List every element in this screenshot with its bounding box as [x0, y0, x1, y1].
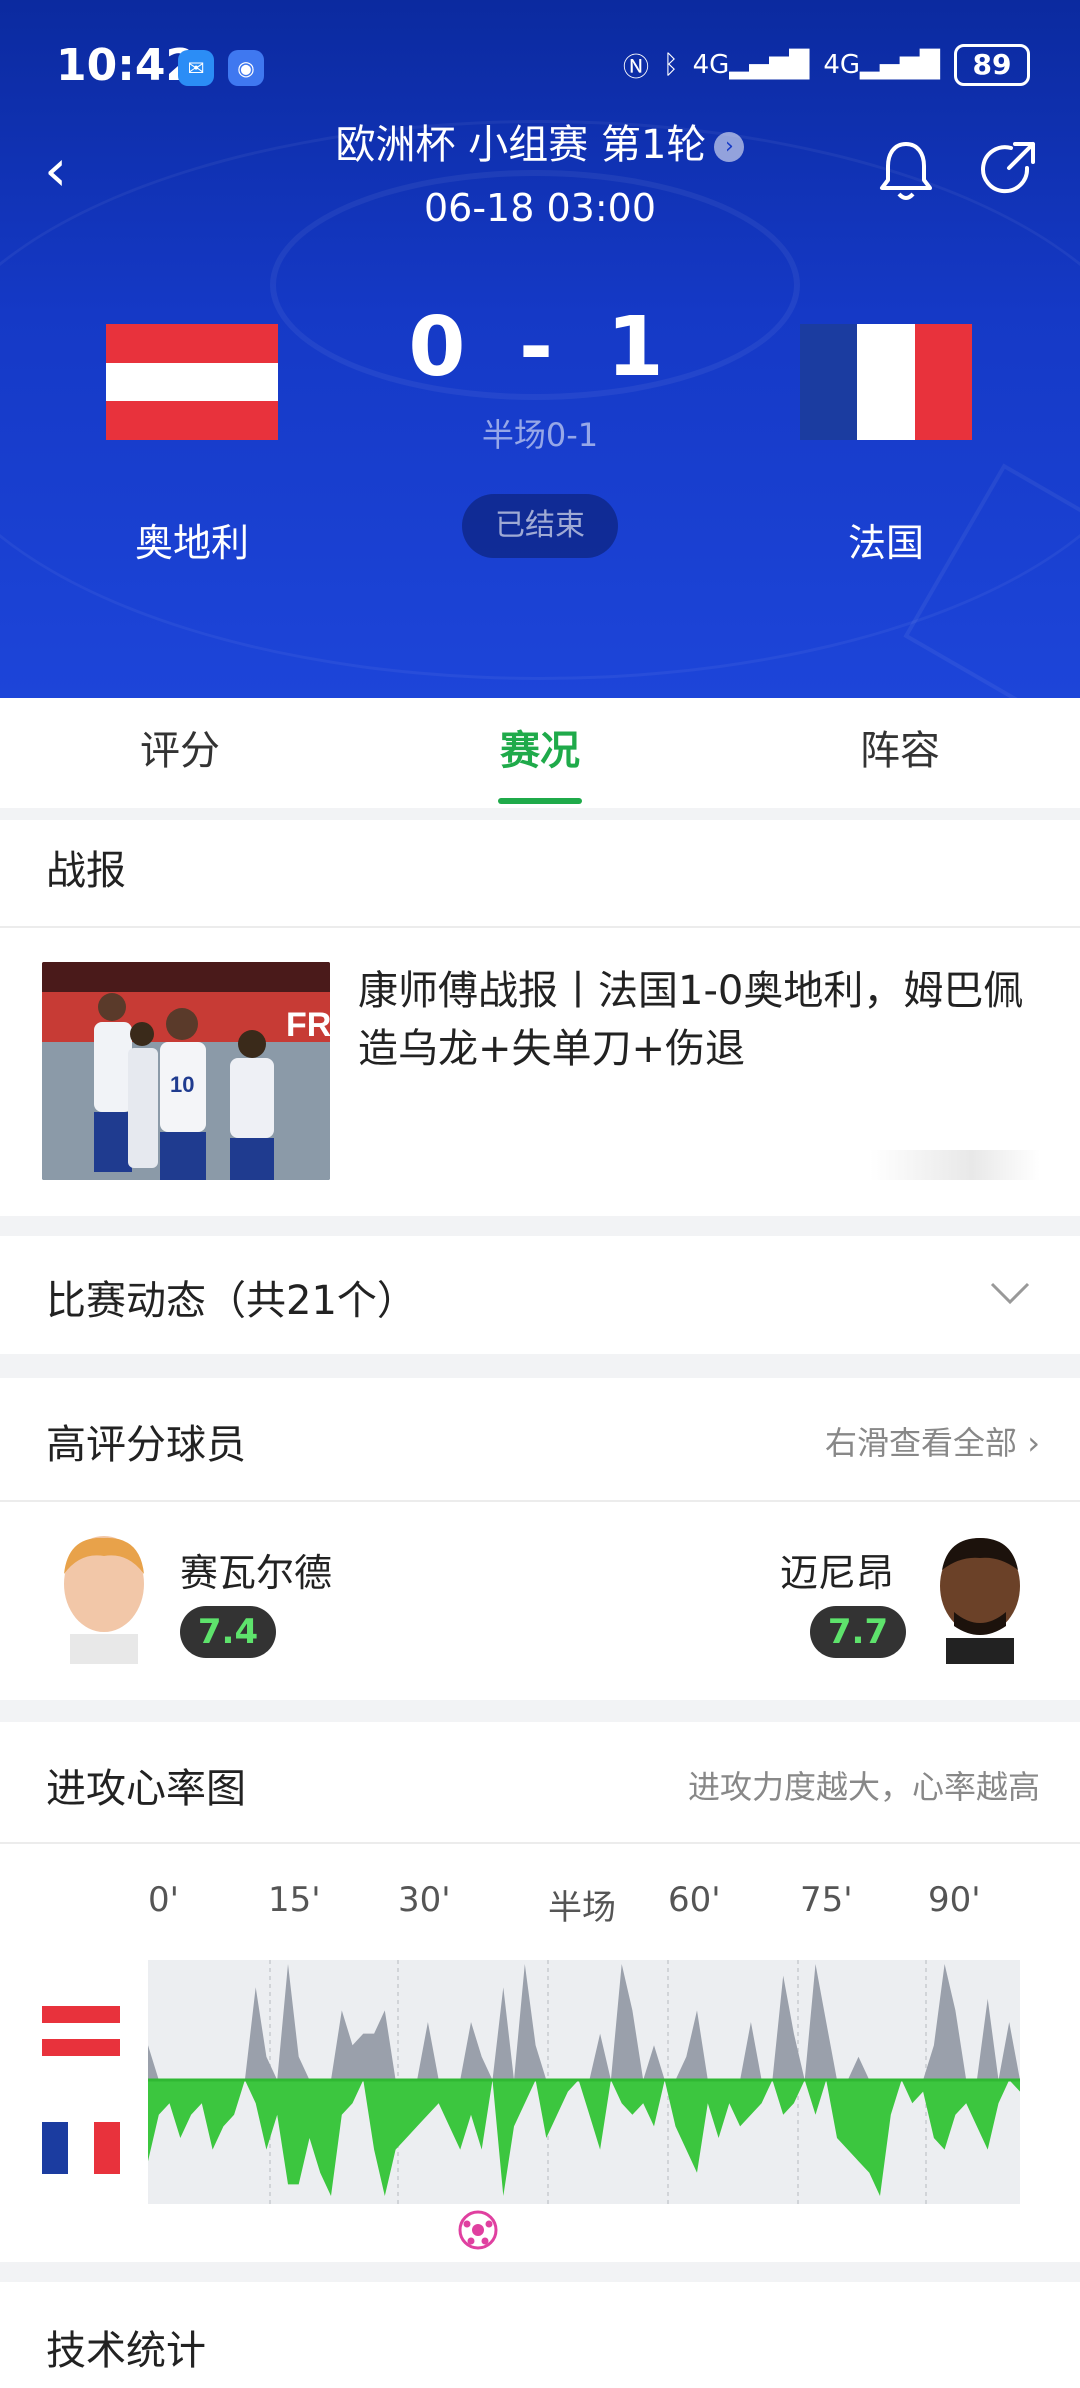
score-separator: -: [518, 300, 562, 395]
report-section-title: 战报: [46, 848, 126, 894]
away-score: 1: [606, 300, 672, 395]
see-all-label: 右滑查看全部: [825, 1424, 1018, 1462]
events-title: 比赛动态（共21个）: [46, 1278, 417, 1324]
home-team-name[interactable]: 奥地利: [72, 512, 312, 567]
message-app-icon: ✉: [178, 50, 214, 86]
status-time: 10:42: [56, 40, 197, 91]
news-thumbnail[interactable]: FR 10: [42, 962, 330, 1180]
away-team-name[interactable]: 法国: [766, 512, 1006, 567]
nfc-icon: Ⓝ: [623, 52, 650, 83]
france-flag-small-icon: [42, 2122, 120, 2174]
axis-tick-label: 60': [668, 1880, 721, 1920]
away-player-rating: 7.7: [810, 1606, 906, 1658]
home-player-avatar[interactable]: [48, 1530, 160, 1664]
status-bar: 10:42 ✉ ◉ Ⓝ ᛒ 4G▂▄▆█ 4G▂▄▆█ 89: [0, 30, 1080, 100]
goal-ball-icon[interactable]: [458, 2210, 498, 2250]
match-page: 10:42 ✉ ◉ Ⓝ ᛒ 4G▂▄▆█ 4G▂▄▆█ 89 ‹ 欧洲杯 小组赛…: [0, 0, 1080, 2388]
signal-icon: 4G▂▄▆█: [692, 50, 810, 80]
bell-icon[interactable]: [876, 138, 936, 204]
home-player-name[interactable]: 赛瓦尔德: [180, 1542, 332, 1597]
momentum-chart: [148, 1960, 1020, 2204]
home-score: 0: [408, 300, 474, 395]
share-icon[interactable]: [975, 138, 1041, 204]
scoreline: 0 - 1: [0, 300, 1080, 395]
tech-stats-title: 技术统计: [46, 2328, 206, 2374]
tab-ratings[interactable]: 评分: [0, 698, 360, 808]
away-player-name[interactable]: 迈尼昂: [780, 1542, 894, 1597]
axis-tick-label: 30': [398, 1880, 451, 1920]
bluetooth-icon: ᛒ: [663, 50, 679, 80]
home-player-rating: 7.4: [180, 1606, 276, 1658]
chevron-right-icon: ›: [714, 132, 745, 162]
signal-icon-2: 4G▂▄▆█: [823, 50, 940, 80]
halftime-score: 半场0-1: [481, 416, 599, 454]
chevron-right-icon: ›: [1027, 1424, 1040, 1462]
axis-tick-label: 75': [800, 1880, 853, 1920]
news-headline[interactable]: 康师傅战报丨法国1-0奥地利，姆巴佩造乌龙+失单刀+伤退: [358, 962, 1038, 1078]
top-players-title: 高评分球员: [46, 1422, 246, 1468]
axis-tick-label: 15': [268, 1880, 321, 1920]
thumb-jersey-number: 10: [170, 1072, 194, 1097]
match-status-badge: 已结束: [462, 494, 618, 558]
axis-tick-label: 半场: [548, 1888, 616, 1928]
tab-live[interactable]: 赛况: [360, 698, 720, 808]
axis-tick-label: 0': [148, 1880, 179, 1920]
chevron-down-icon[interactable]: [990, 1280, 1030, 1306]
app-notification-icon: ◉: [228, 50, 264, 86]
svg-text:FR: FR: [286, 1006, 330, 1044]
austria-flag-small-icon: [42, 2006, 120, 2057]
tab-lineup[interactable]: 阵容: [720, 698, 1080, 808]
away-player-avatar[interactable]: [924, 1530, 1036, 1664]
match-header: 10:42 ✉ ◉ Ⓝ ᛒ 4G▂▄▆█ 4G▂▄▆█ 89 ‹ 欧洲杯 小组赛…: [0, 0, 1080, 698]
momentum-subtitle: 进攻力度越大，心率越高: [687, 1768, 1040, 1806]
competition-label: 欧洲杯 小组赛 第1轮: [335, 122, 707, 168]
see-all-link[interactable]: 右滑查看全部 ›: [825, 1418, 1040, 1464]
momentum-title: 进攻心率图: [46, 1766, 246, 1812]
axis-tick-label: 90': [928, 1880, 981, 1920]
battery-icon: 89: [954, 44, 1030, 86]
tab-bar: 评分 赛况 阵容: [0, 698, 1080, 808]
